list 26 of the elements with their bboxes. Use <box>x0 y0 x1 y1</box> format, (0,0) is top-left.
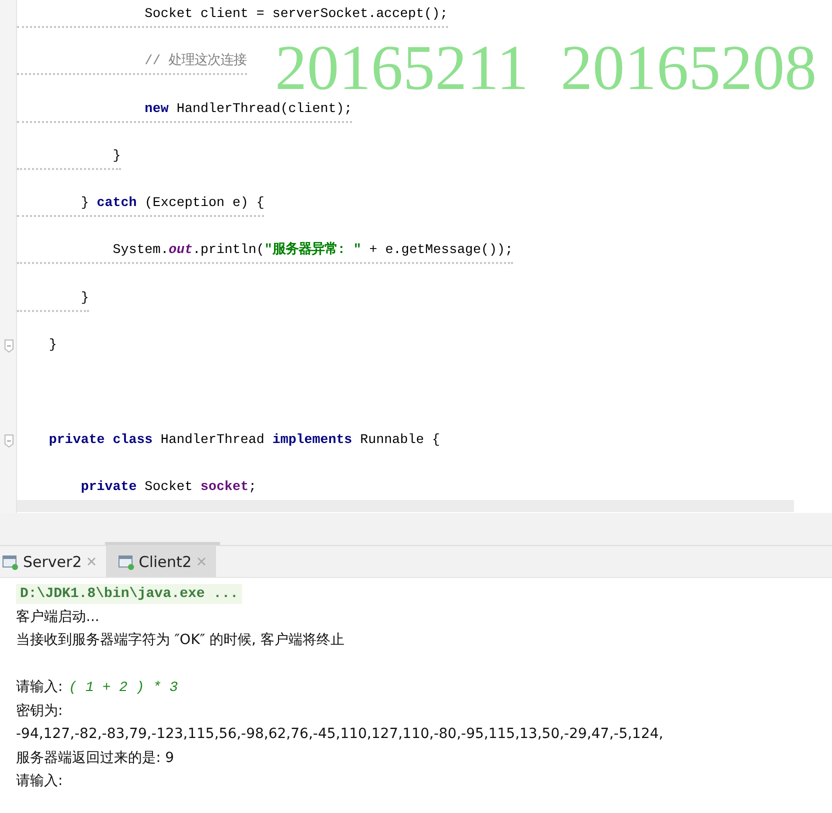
code-line: new HandlerThread(client); <box>17 100 352 123</box>
run-tab[interactable]: Server2 <box>0 546 106 577</box>
code-line: System.out.println("服务器异常: " + e.getMessage()); <box>17 241 513 264</box>
output-line: 请输入: <box>16 679 63 695</box>
code-line: private class HandlerThread implements Runnable { <box>48 430 440 449</box>
run-tab[interactable]: Client2 <box>106 546 216 577</box>
console-icon <box>118 554 134 570</box>
code-line: } <box>17 288 89 312</box>
code-line: // 处理这次连接 <box>17 52 247 76</box>
code-line: } <box>48 336 57 354</box>
output-line: 密钥为: <box>16 702 63 718</box>
code-line: } catch (Exception e) { <box>17 194 264 218</box>
code-line: } <box>17 146 121 170</box>
output-line: -94,127,-82,-83,79,-123,115,56,-98,62,76,-45,110,127,110,-80,-95,115,13,50,-29,47,-5,124, <box>16 726 664 742</box>
output-line: 请输入: <box>16 773 63 789</box>
close-icon[interactable] <box>196 557 206 566</box>
fold-marker-icon[interactable] <box>4 339 14 354</box>
output-line: 客户端启动... <box>16 608 100 624</box>
input-text: ( 1 + 2 ) * 3 <box>68 680 178 696</box>
fold-marker-icon[interactable] <box>4 434 14 448</box>
overlay-text: 20165211 20165208 <box>275 38 817 98</box>
close-icon[interactable] <box>86 557 96 566</box>
output-line: 当接收到服务器端字符为 ″OK″ 的时候, 客户端将终止 <box>16 632 344 648</box>
code-line: Socket client = serverSocket.accept(); <box>17 5 448 28</box>
code-line: private Socket socket; <box>80 478 256 496</box>
output-line: 服务器端返回过来的是: 9 <box>16 750 174 766</box>
